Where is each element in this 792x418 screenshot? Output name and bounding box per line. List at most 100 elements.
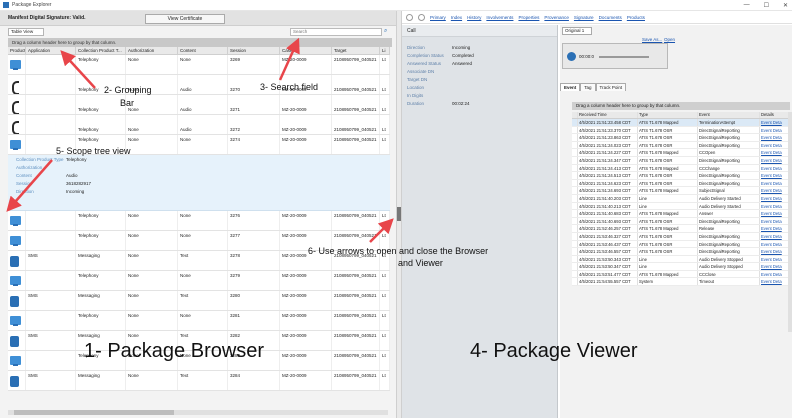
open-link[interactable]: Open (664, 37, 675, 42)
table-row[interactable]: Telephony None None 3269 MZ-20-0009 210895079… (8, 55, 390, 75)
search-icon[interactable]: ⌕ (384, 28, 387, 35)
table-view-dropdown[interactable]: Table View (8, 28, 44, 36)
event-details-link[interactable]: Event Deta (760, 232, 790, 240)
nav-link[interactable]: Provenance (544, 15, 569, 20)
event-row[interactable]: 4/5/2021 21:51:40.683 CDT ATIS T1.678 Map… (572, 210, 790, 218)
column-header[interactable]: Event (698, 112, 760, 118)
event-details-link[interactable]: Event Deta (760, 225, 790, 232)
event-row[interactable]: 4/5/2021 21:51:24.347 CDT ATIS T1.678 OSR… (572, 156, 790, 165)
column-header[interactable]: Details (760, 112, 790, 118)
event-row[interactable]: 4/5/2021 21:51:23.370 CDT ATIS T1.678 OSR… (572, 126, 790, 135)
close-button[interactable]: ✕ (783, 2, 788, 9)
event-details-link[interactable]: Event Deta (760, 210, 790, 217)
column-header[interactable]: Content (178, 47, 228, 54)
grouping-bar[interactable]: Drag a column header here to group by th… (8, 38, 392, 47)
back-icon[interactable] (406, 13, 413, 21)
event-details-link[interactable]: Event Deta (760, 202, 790, 210)
column-header[interactable]: Collection Product T... (76, 47, 126, 54)
event-details-link[interactable]: Event Deta (760, 187, 790, 194)
playback-slider[interactable] (599, 56, 649, 58)
event-row[interactable]: 4/5/2021 21:52:46.257 CDT ATIS T1.678 Map… (572, 225, 790, 233)
event-row[interactable]: 4/5/2021 21:53:46.437 CDT ATIS T1.678 OSR… (572, 240, 790, 249)
column-header[interactable]: Application (26, 47, 76, 54)
event-row[interactable]: 4/5/2021 21:53:50.347 CDT Line Audio Deliv… (572, 263, 790, 271)
event-row[interactable]: 4/5/2021 21:53:51.477 CDT ATIS T1.678 Map… (572, 270, 790, 279)
event-row[interactable]: 4/5/2021 21:51:24.023 CDT ATIS T1.678 OSR… (572, 141, 790, 150)
column-header[interactable]: Received Time (578, 112, 638, 118)
event-grouping-bar[interactable]: Drag a column header here to group by th… (572, 102, 790, 110)
event-details-link[interactable]: Event Deta (760, 278, 790, 286)
event-row[interactable]: 4/5/2021 21:54:55.557 CDT System Timeout Ev… (572, 278, 790, 287)
grouping-bar-annotation: Bar (120, 98, 135, 108)
nav-link[interactable]: Products (627, 15, 645, 20)
nav-link[interactable]: Index (451, 15, 462, 20)
column-header[interactable]: Authorization (126, 47, 178, 54)
nav-link[interactable]: History (467, 15, 481, 20)
save-as-link[interactable]: Save As... (642, 37, 662, 42)
event-row[interactable]: 4/5/2021 21:51:24.413 CDT ATIS T1.678 Map… (572, 164, 790, 173)
event-details-link[interactable]: Event Deta (760, 172, 790, 179)
event-cell: DirectSignalReporting (698, 232, 760, 240)
nav-link[interactable]: Documents (599, 15, 622, 20)
event-row[interactable]: 4/5/2021 21:53:50.343 CDT Line Audio Deliv… (572, 255, 790, 264)
event-row[interactable]: 4/5/2021 21:51:40.213 CDT Line Audio Deliv… (572, 202, 790, 211)
event-row[interactable]: 4/5/2021 21:51:24.513 CDT ATIS T1.678 OSR… (572, 172, 790, 180)
event-row[interactable]: 4/5/2021 21:51:40.203 CDT Line Audio Deliv… (572, 194, 790, 203)
tab-event[interactable]: Event (560, 83, 581, 91)
event-details-link[interactable]: Event Deta (760, 217, 790, 225)
splitter-arrows-icon[interactable] (397, 207, 401, 221)
nav-link[interactable]: Primary (430, 15, 446, 20)
table-row[interactable]: Telephony None None 3279 MZ-20-0009 210895079… (8, 271, 390, 291)
event-row[interactable]: 4/5/2021 21:53:46.327 CDT ATIS T1.678 OSR… (572, 232, 790, 241)
event-row[interactable]: 4/5/2021 21:51:24.623 CDT ATIS T1.678 OSR… (572, 179, 790, 188)
table-row[interactable]: Telephony None None 3276 MZ-20-0009 210895079… (8, 211, 390, 231)
event-details-link[interactable]: Event Deta (760, 134, 790, 141)
event-details-link[interactable]: Event Deta (760, 141, 790, 149)
vertical-scrollbar[interactable] (788, 112, 792, 332)
event-details-link[interactable]: Event Deta (760, 156, 790, 164)
column-header[interactable]: Product (8, 47, 26, 54)
nav-link[interactable]: Signature (574, 15, 594, 20)
event-details-link[interactable]: Event Deta (760, 255, 790, 263)
maximize-button[interactable]: ☐ (764, 2, 769, 9)
event-details-link[interactable]: Event Deta (760, 164, 790, 172)
event-details-link[interactable]: Event Deta (760, 149, 790, 156)
nav-link[interactable]: Involvements (486, 15, 513, 20)
table-row[interactable]: Telephony None Audio 3270 MZ-20-0009 21089507… (8, 75, 390, 95)
scrollbar-thumb[interactable] (14, 410, 174, 415)
table-row[interactable]: Telephony None None 3281 MZ-20-0009 210895079… (8, 311, 390, 331)
table-row[interactable]: Telephony None Audio 3272 MZ-20-0009 21089507… (8, 115, 390, 135)
column-header[interactable]: Session (228, 47, 280, 54)
event-details-link[interactable]: Event Deta (760, 248, 790, 255)
forward-icon[interactable] (418, 13, 425, 21)
tab-original-1[interactable]: Original 1 (562, 27, 592, 35)
tab-track-point[interactable]: Track Point (595, 83, 627, 91)
event-row[interactable]: 4/5/2021 21:53:46.557 CDT ATIS T1.678 OSR… (572, 248, 790, 256)
column-header[interactable]: Li (380, 47, 390, 54)
table-row[interactable]: SMS Messaging None Text 3284 MZ-20-0009 210895… (8, 371, 390, 391)
event-row[interactable]: 4/5/2021 21:51:24.227 CDT ATIS T1.678 Map… (572, 149, 790, 157)
event-details-link[interactable]: Event Deta (760, 240, 790, 248)
horizontal-scrollbar[interactable] (8, 410, 388, 415)
column-header[interactable]: Type (638, 112, 698, 118)
minimize-button[interactable]: — (744, 2, 750, 9)
table-row[interactable]: Telephony None Audio 3271 MZ-20-0009 21089507… (8, 95, 390, 115)
column-header[interactable]: Target (332, 47, 380, 54)
event-row[interactable]: 4/5/2021 21:51:23.458 CDT ATIS T1.678 Map… (572, 119, 790, 127)
event-row[interactable]: 4/5/2021 21:51:24.693 CDT ATIS T1.678 Map… (572, 187, 790, 195)
event-details-link[interactable]: Event Deta (760, 194, 790, 202)
event-row[interactable]: 4/5/2021 21:51:23.863 CDT ATIS T1.678 OSR… (572, 134, 790, 142)
search-input[interactable]: Search (290, 28, 382, 36)
view-certificate-button[interactable]: View Certificate (145, 14, 225, 24)
play-icon[interactable] (567, 52, 576, 61)
event-details-link[interactable]: Event Deta (760, 179, 790, 187)
event-row[interactable]: 4/5/2021 21:51:40.693 CDT ATIS T1.678 OSR… (572, 217, 790, 226)
tab-tag[interactable]: Tag (580, 83, 596, 91)
table-row[interactable]: SMS Messaging None Text 3280 MZ-20-0009 210895… (8, 291, 390, 311)
nav-link[interactable]: Properties (518, 15, 539, 20)
column-header[interactable]: Case (280, 47, 332, 54)
event-details-link[interactable]: Event Deta (760, 263, 790, 270)
event-details-link[interactable]: Event Deta (760, 126, 790, 134)
event-details-link[interactable]: Event Deta (760, 270, 790, 278)
event-details-link[interactable]: Event Deta (760, 119, 790, 126)
